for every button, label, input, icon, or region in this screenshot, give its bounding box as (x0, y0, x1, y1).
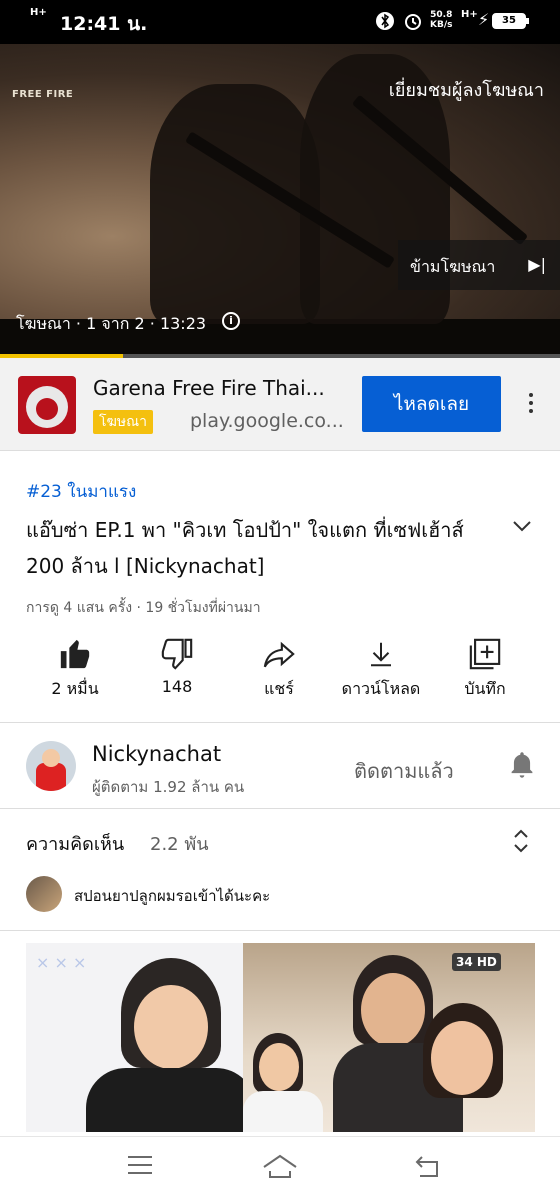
network-type-right: H+ (461, 9, 478, 20)
next-video-thumbnail[interactable]: × × × 34 HD (26, 943, 535, 1132)
network-type-left: H+ (30, 7, 47, 18)
thumbnail-left-panel: × × × (26, 943, 256, 1132)
divider (0, 722, 560, 723)
commenter-avatar (26, 876, 62, 912)
action-bar: 2 หมื่น 148 แชร์ ดาวน์โหลด บันทึก (0, 637, 560, 707)
battery-indicator: 35 (492, 13, 529, 29)
game-logo: FREE FIRE (12, 89, 74, 100)
menu-icon[interactable] (126, 1153, 154, 1184)
save-label: บันทึก (464, 679, 506, 698)
playlist-add-icon (430, 637, 540, 675)
thumbs-up-icon (20, 637, 130, 675)
share-label: แชร์ (264, 679, 294, 698)
install-button[interactable]: ไหลดเลย (362, 376, 501, 432)
channel-name[interactable]: Nickynachat (92, 742, 221, 766)
system-navigation-bar (0, 1136, 560, 1201)
bell-icon[interactable] (508, 750, 536, 780)
clock: 12:41 น. (60, 13, 148, 35)
divider (0, 808, 560, 809)
top-comment[interactable]: สปอนยาปลูกผมรอเข้าได้นะคะ (74, 884, 270, 908)
network-speed: 50.8 KB/s (430, 10, 453, 30)
chevron-down-icon[interactable] (510, 514, 534, 544)
tv-channel-logo: 34 HD (452, 953, 501, 971)
thumbnail-right-panel (243, 943, 535, 1132)
share-button[interactable]: แชร์ (224, 637, 334, 702)
view-count: การดู 4 แสน ครั้ง · 19 ชั่วโมงที่ผ่านมา (26, 600, 261, 616)
like-count: 2 หมื่น (51, 679, 99, 698)
comments-label[interactable]: ความคิดเห็น (26, 829, 124, 858)
app-icon (18, 376, 76, 434)
visit-advertiser-link[interactable]: เยี่ยมชมผู้ลงโฆษณา (389, 75, 544, 104)
download-button[interactable]: ดาวน์โหลด (326, 637, 436, 702)
ad-title: Garena Free Fire Thai... (93, 376, 325, 400)
divider (0, 930, 560, 931)
dislike-count: 148 (161, 677, 193, 696)
ad-url: play.google.co... (190, 410, 344, 432)
alarm-icon (405, 14, 421, 30)
status-bar: H+ 12:41 น. 50.8 KB/s H+ ⚡ 35 (0, 0, 560, 44)
share-icon (224, 637, 334, 675)
home-icon[interactable] (262, 1153, 298, 1186)
dislike-button[interactable]: 148 (122, 637, 232, 696)
subscribed-button[interactable]: ติดตามแล้ว (354, 755, 454, 787)
video-title[interactable]: แอ๊บซ่า EP.1 พา "คิวเท โอปป้า" ใจแตก ที่… (26, 512, 496, 584)
ad-info-text: โฆษณา · 1 จาก 2 · 13:23 (16, 314, 207, 333)
ad-badge: โฆษณา (93, 410, 153, 434)
back-icon[interactable] (414, 1153, 442, 1186)
charging-icon: ⚡ (478, 10, 490, 29)
save-button[interactable]: บันทึก (430, 637, 540, 702)
like-button[interactable]: 2 หมื่น (20, 637, 130, 702)
ad-banner[interactable]: Garena Free Fire Thai... โฆษณา play.goog… (0, 358, 560, 451)
expand-collapse-icon[interactable] (512, 828, 530, 856)
subscriber-count: ผู้ติดตาม 1.92 ล้าน คน (92, 778, 245, 796)
thumbs-down-icon (122, 637, 232, 675)
trending-label[interactable]: #23 ในมาแรง (26, 478, 136, 505)
skip-next-icon: ▶| (528, 255, 546, 274)
skip-ad-label: ข้ามโฆษณา (410, 257, 496, 276)
skip-ad-button[interactable]: ข้ามโฆษณา ▶| (398, 240, 560, 290)
more-options-icon[interactable] (526, 393, 536, 417)
download-label: ดาวน์โหลด (341, 679, 421, 698)
channel-avatar[interactable] (26, 741, 76, 791)
video-player[interactable]: FREE FIRE เยี่ยมชมผู้ลงโฆษณา ข้ามโฆษณา ▶… (0, 44, 560, 354)
info-icon[interactable]: i (222, 312, 240, 330)
download-icon (326, 637, 436, 675)
comments-count: 2.2 พัน (150, 834, 209, 855)
bluetooth-icon (376, 12, 394, 30)
